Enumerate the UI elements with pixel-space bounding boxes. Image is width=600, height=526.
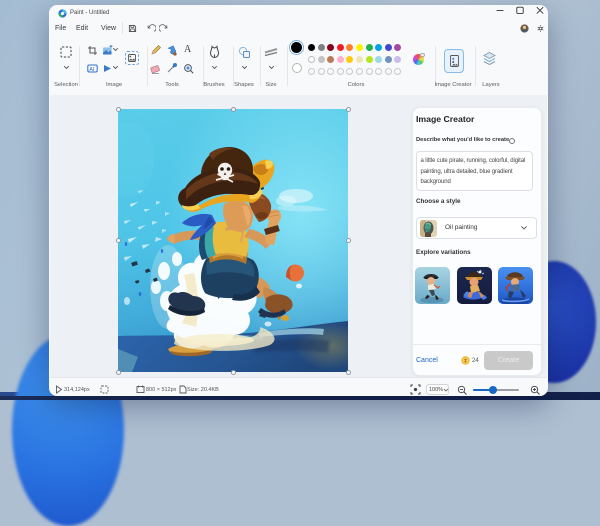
svg-text:AI: AI — [89, 67, 95, 73]
